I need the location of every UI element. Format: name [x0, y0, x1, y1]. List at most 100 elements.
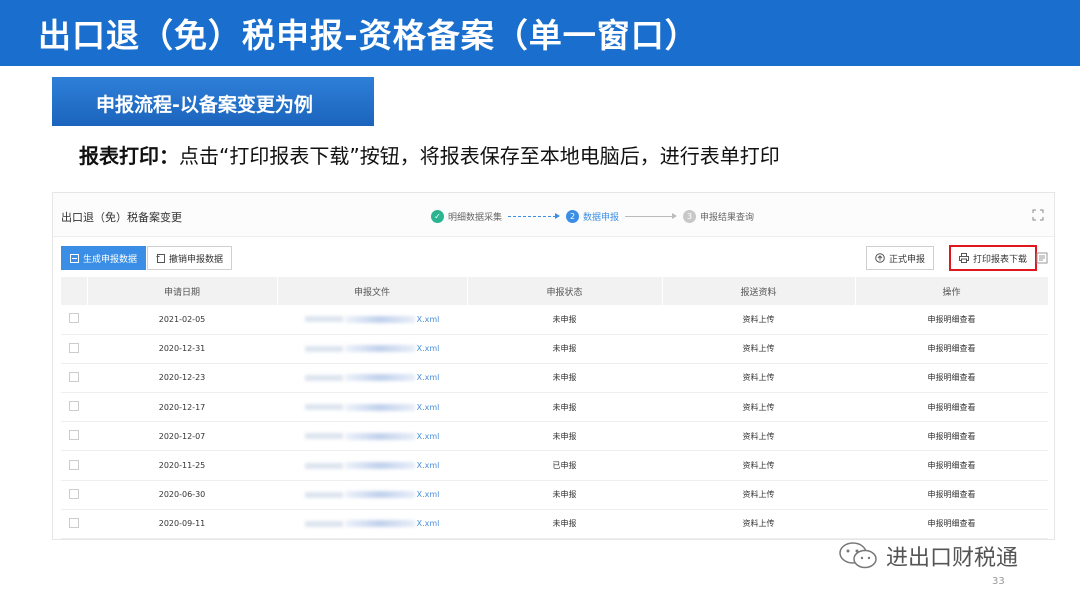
upload-link[interactable]: 资料上传: [662, 480, 855, 510]
page-number: 33: [992, 576, 1005, 587]
arrow-right-icon: [625, 212, 678, 220]
row-status: 未申报: [467, 509, 662, 539]
view-detail-link[interactable]: 申报明细查看: [855, 363, 1048, 394]
row-file[interactable]: X.xml: [277, 480, 467, 510]
row-status: 未申报: [467, 392, 662, 423]
printer-icon: [959, 253, 969, 263]
row-file[interactable]: X.xml: [277, 509, 467, 539]
row-date: 2020-12-07: [87, 421, 277, 452]
row-date: 2020-12-31: [87, 334, 277, 364]
upload-icon: [875, 253, 885, 263]
step-3-label: 申报结果查询: [700, 212, 755, 223]
row-date: 2020-06-30: [87, 480, 277, 510]
print-report-download-button[interactable]: 打印报表下载: [949, 245, 1038, 271]
wechat-icon: [839, 542, 877, 569]
row-date: 2020-12-23: [87, 363, 277, 394]
table-header-row: 申请日期 申报文件 申报状态 报送资料 操作: [61, 277, 1049, 305]
table-row: 2020-12-31 X.xml 未申报 资料上传 申报明细查看: [61, 334, 1048, 364]
export-icon[interactable]: [1036, 252, 1048, 264]
table-row: 2021-02-05 X.xml 未申报 资料上传 申报明细查看: [61, 305, 1048, 335]
view-detail-link[interactable]: 申报明细查看: [855, 305, 1048, 335]
watermark-text: 进出口财税通: [886, 546, 1019, 571]
row-checkbox[interactable]: [69, 401, 79, 412]
print-label: 打印报表下载: [973, 254, 1028, 265]
table-row: 2020-12-23 X.xml 未申报 资料上传 申报明细查看: [61, 363, 1048, 394]
row-file[interactable]: X.xml: [277, 450, 467, 481]
cancel-label: 撤销申报数据: [169, 254, 224, 265]
upload-link[interactable]: 资料上传: [662, 392, 855, 423]
header-date: 申请日期: [87, 277, 278, 305]
table-row: 2020-06-30 X.xml 未申报 资料上传 申报明细查看: [61, 480, 1048, 510]
row-status: 未申报: [467, 334, 662, 364]
step-3: 3 申报结果查询: [683, 209, 755, 223]
row-file[interactable]: X.xml: [277, 334, 467, 364]
row-file[interactable]: X.xml: [277, 305, 467, 335]
row-checkbox[interactable]: [69, 342, 79, 353]
table-row: 2020-12-07 X.xml 未申报 资料上传 申报明细查看: [61, 421, 1048, 452]
header-upload: 报送资料: [662, 277, 856, 305]
upload-link[interactable]: 资料上传: [662, 421, 855, 452]
upload-link[interactable]: 资料上传: [662, 363, 855, 394]
check-icon: ✓: [431, 209, 444, 223]
app-screenshot: 出口退（免）税备案变更 ✓ 明细数据采集 2 数据申报 3 申报结果查询 生成申…: [52, 192, 1055, 540]
fullscreen-icon[interactable]: [1032, 209, 1044, 221]
generate-label: 生成申报数据: [83, 254, 138, 265]
table-row: 2020-11-25 X.xml 已申报 资料上传 申报明细查看: [61, 450, 1048, 481]
app-title: 出口退（免）税备案变更: [61, 211, 182, 224]
view-detail-link[interactable]: 申报明细查看: [855, 450, 1048, 481]
row-file[interactable]: X.xml: [277, 392, 467, 423]
row-file[interactable]: X.xml: [277, 421, 467, 452]
row-checkbox[interactable]: [69, 517, 79, 528]
instruction-text: 报表打印：点击“打印报表下载”按钮，将报表保存至本地电脑后，进行表单打印: [79, 140, 780, 169]
row-checkbox[interactable]: [69, 371, 79, 382]
header-action: 操作: [855, 277, 1049, 305]
undo-icon: [156, 253, 165, 263]
row-status: 已申报: [467, 450, 662, 481]
row-checkbox[interactable]: [69, 488, 79, 499]
app-header: 出口退（免）税备案变更 ✓ 明细数据采集 2 数据申报 3 申报结果查询: [53, 193, 1054, 237]
watermark: 进出口财税通: [838, 540, 1018, 572]
upload-link[interactable]: 资料上传: [662, 305, 855, 335]
section-label: 申报流程-以备案变更为例: [96, 94, 313, 116]
document-icon: [70, 253, 79, 263]
row-checkbox[interactable]: [69, 459, 79, 470]
row-checkbox[interactable]: [69, 430, 79, 441]
header-checkbox: [61, 277, 88, 305]
toolbar: 生成申报数据 撤销申报数据 正式申报 打印报表下载: [53, 243, 1054, 273]
row-checkbox[interactable]: [69, 313, 79, 324]
row-status: 未申报: [467, 480, 662, 510]
header-status: 申报状态: [467, 277, 663, 305]
view-detail-link[interactable]: 申报明细查看: [855, 509, 1048, 539]
step-2: 2 数据申报: [566, 209, 620, 223]
arrow-right-icon: [508, 212, 561, 220]
step-1: ✓ 明细数据采集: [431, 209, 503, 223]
step-3-number: 3: [683, 209, 697, 223]
row-status: 未申报: [467, 421, 662, 452]
row-date: 2020-12-17: [87, 392, 277, 423]
row-status: 未申报: [467, 305, 662, 335]
slide-title: 出口退（免）税申报-资格备案（单一窗口）: [38, 16, 699, 55]
upload-link[interactable]: 资料上传: [662, 334, 855, 364]
formal-submit-button[interactable]: 正式申报: [866, 246, 935, 270]
instruction-body: 点击“打印报表下载”按钮，将报表保存至本地电脑后，进行表单打印: [179, 144, 780, 168]
table-row: 2020-12-17 X.xml 未申报 资料上传 申报明细查看: [61, 392, 1048, 423]
instruction-bold: 报表打印：: [79, 144, 179, 168]
cancel-declaration-button[interactable]: 撤销申报数据: [147, 246, 233, 270]
step-1-label: 明细数据采集: [448, 212, 503, 223]
step-2-label: 数据申报: [583, 212, 620, 223]
declaration-table: 申请日期 申报文件 申报状态 报送资料 操作 2021-02-05 X.xml …: [61, 277, 1049, 539]
view-detail-link[interactable]: 申报明细查看: [855, 392, 1048, 423]
generate-declaration-button[interactable]: 生成申报数据: [61, 246, 147, 270]
upload-link[interactable]: 资料上传: [662, 509, 855, 539]
view-detail-link[interactable]: 申报明细查看: [855, 421, 1048, 452]
view-detail-link[interactable]: 申报明细查看: [855, 480, 1048, 510]
row-date: 2021-02-05: [87, 305, 277, 335]
section-tab: 申报流程-以备案变更为例: [52, 77, 374, 126]
row-status: 未申报: [467, 363, 662, 394]
row-file[interactable]: X.xml: [277, 363, 467, 394]
row-date: 2020-11-25: [87, 450, 277, 481]
upload-link[interactable]: 资料上传: [662, 450, 855, 481]
view-detail-link[interactable]: 申报明细查看: [855, 334, 1048, 364]
slide-title-bar: 出口退（免）税申报-资格备案（单一窗口）: [0, 0, 1080, 66]
row-date: 2020-09-11: [87, 509, 277, 539]
